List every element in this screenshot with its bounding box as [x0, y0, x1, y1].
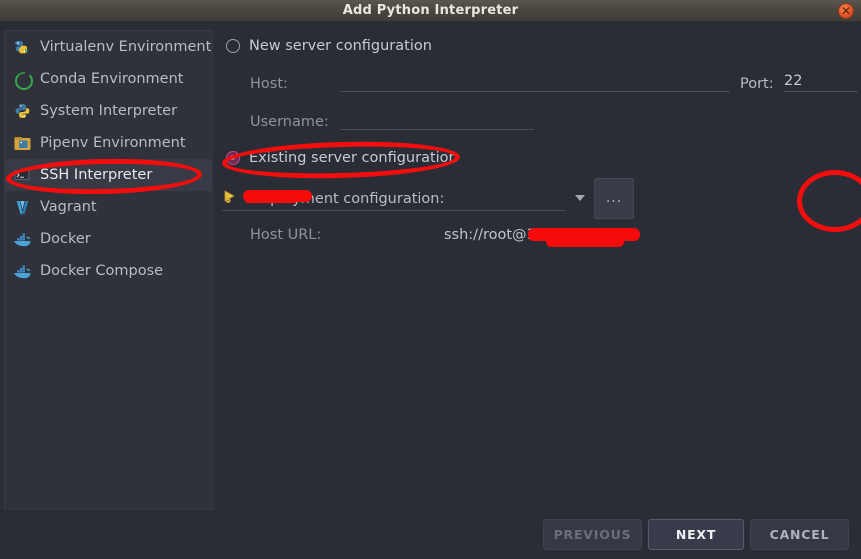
- sidebar-item-label: Pipenv Environment: [40, 135, 186, 151]
- radio-existing-server-configuration[interactable]: Existing server configuration: [226, 150, 458, 166]
- sidebar-item-ssh-interpreter[interactable]: SSH Interpreter: [5, 159, 212, 191]
- cancel-button[interactable]: CANCEL: [750, 519, 849, 550]
- docker-icon: [13, 229, 33, 249]
- port-label: Port:: [740, 76, 774, 92]
- host-label: Host:: [250, 76, 288, 92]
- interpreter-type-sidebar[interactable]: Virtualenv Environment Conda Environment…: [4, 30, 213, 510]
- sidebar-item-label: SSH Interpreter: [40, 167, 153, 183]
- vagrant-icon: [13, 197, 33, 217]
- sidebar-item-label: Docker: [40, 231, 91, 247]
- close-icon[interactable]: ✕: [838, 3, 854, 19]
- close-glyph: ✕: [840, 4, 852, 18]
- previous-button[interactable]: PREVIOUS: [543, 519, 642, 550]
- radio-label: Existing server configuration: [249, 150, 458, 166]
- sidebar-item-label: System Interpreter: [40, 103, 178, 119]
- username-label: Username:: [250, 114, 329, 130]
- host-url-label: Host URL:: [250, 227, 322, 243]
- server-config-icon: [224, 190, 235, 204]
- port-value: 22: [784, 73, 803, 89]
- sidebar-item-virtualenv-environment[interactable]: Virtualenv Environment: [5, 31, 212, 63]
- conda-icon: [13, 69, 33, 90]
- pipenv-icon: [13, 133, 33, 153]
- sidebar-item-conda-environment[interactable]: Conda Environment: [5, 63, 212, 95]
- ssh-interpreter-form: New server configuration Host: Port: 22 …: [222, 30, 858, 510]
- add-python-interpreter-dialog: Add Python Interpreter ✕ Virtualenv Envi…: [0, 0, 861, 559]
- sidebar-item-vagrant[interactable]: Vagrant: [5, 191, 212, 223]
- sidebar-item-pipenv-environment[interactable]: Pipenv Environment: [5, 127, 212, 159]
- sidebar-item-system-interpreter[interactable]: System Interpreter: [5, 95, 212, 127]
- chevron-down-icon[interactable]: [573, 190, 589, 206]
- window-title: Add Python Interpreter: [342, 3, 519, 18]
- radio-indicator: [226, 39, 240, 53]
- browse-deployment-button[interactable]: ...: [594, 178, 634, 219]
- ssh-icon: [13, 165, 33, 185]
- radio-new-server-configuration[interactable]: New server configuration: [226, 38, 432, 54]
- virtualenv-icon: [13, 37, 33, 57]
- sidebar-item-docker-compose[interactable]: Docker Compose: [5, 255, 212, 287]
- host-input[interactable]: [340, 70, 730, 92]
- port-input[interactable]: 22: [784, 70, 858, 92]
- python-icon: [13, 101, 33, 121]
- dialog-button-bar: PREVIOUS NEXT CANCEL: [0, 510, 861, 559]
- username-input[interactable]: [340, 108, 534, 130]
- sidebar-item-label: Conda Environment: [40, 71, 184, 87]
- sidebar-item-label: Docker Compose: [40, 263, 164, 279]
- sidebar-item-docker[interactable]: Docker: [5, 223, 212, 255]
- docker-icon: [13, 261, 33, 281]
- sidebar-item-label: Virtualenv Environment: [40, 39, 212, 55]
- sidebar-item-label: Vagrant: [40, 199, 97, 215]
- next-button[interactable]: NEXT: [648, 519, 744, 550]
- redaction-mark: [243, 190, 312, 203]
- redaction-mark: [546, 236, 624, 247]
- radio-label: New server configuration: [249, 38, 432, 54]
- radio-indicator: [226, 151, 240, 165]
- window-titlebar: Add Python Interpreter ✕: [0, 0, 861, 22]
- deployment-configuration-select[interactable]: [222, 186, 566, 211]
